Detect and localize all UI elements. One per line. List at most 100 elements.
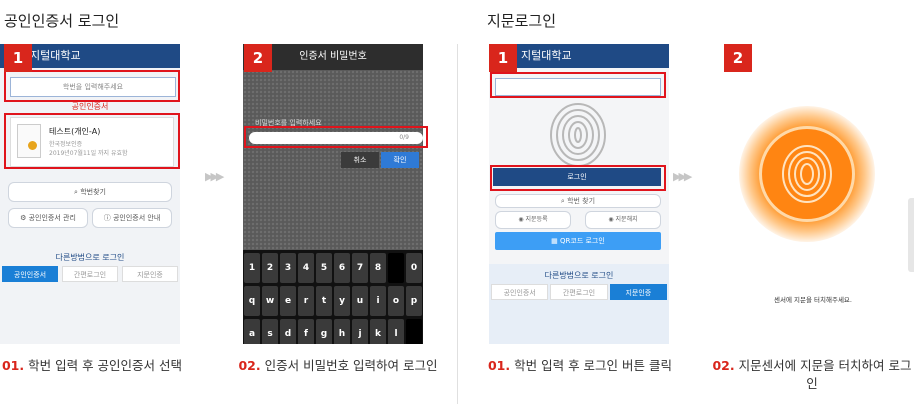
highlight-box xyxy=(490,72,666,98)
key[interactable]: a xyxy=(244,319,260,344)
highlight-box xyxy=(490,165,666,191)
cert-password-screen: 인증서 비밀번호 비밀번호를 입력하세요 0/9 취소 확인 123456780… xyxy=(243,44,423,344)
key[interactable]: 2 xyxy=(262,253,278,283)
caption-number: 01. xyxy=(487,358,511,373)
confirm-button[interactable]: 확인 xyxy=(381,152,419,168)
key[interactable]: 4 xyxy=(298,253,314,283)
delete-fp-label: 지문해지 xyxy=(615,216,638,223)
step-badge: 1 xyxy=(4,44,32,72)
caption-number: 02. xyxy=(238,358,261,373)
key[interactable]: q xyxy=(244,286,260,316)
fingerprint-icon xyxy=(782,145,832,203)
key[interactable]: j xyxy=(352,319,368,344)
key[interactable]: 0 xyxy=(406,253,422,283)
next-arrow-icon: ▶▶▶ xyxy=(205,170,224,183)
cert-guide-label: 공인인증서 안내 xyxy=(112,214,161,222)
key[interactable]: r xyxy=(298,286,314,316)
caption-text: 지문센서에 지문을 터치하여 로그인 xyxy=(738,358,912,391)
step-badge: 2 xyxy=(244,44,272,72)
caption-text: 학번 입력 후 로그인 버튼 클릭 xyxy=(514,358,673,373)
tab-simple[interactable]: 간편로그인 xyxy=(62,266,118,282)
manage-cert-button[interactable]: ⚙ 공인인증서 관리 xyxy=(8,208,88,228)
key[interactable]: 5 xyxy=(316,253,332,283)
find-id-button[interactable]: ⌕ 학번 찾기 xyxy=(495,194,661,208)
other-methods-label: 다른방법으로 로그인 xyxy=(544,271,614,280)
fingerprint-login-title: 지문로그인 xyxy=(487,12,557,30)
register-fingerprint-button[interactable]: ◉ 지문등록 xyxy=(495,211,571,229)
tab-fingerprint[interactable]: 지문인증 xyxy=(609,284,667,300)
key[interactable]: g xyxy=(316,319,332,344)
key[interactable]: 3 xyxy=(280,253,296,283)
caption: 02. 인증서 비밀번호 입력하여 로그인 xyxy=(238,357,438,375)
fingerprint-small-icon: ◉ xyxy=(608,216,614,223)
qr-login-button[interactable]: ▦ QR코드 로그인 xyxy=(495,232,661,250)
key[interactable]: 7 xyxy=(352,253,368,283)
edge-fragment xyxy=(908,198,914,272)
tab-simple[interactable]: 간편로그인 xyxy=(550,284,608,300)
key[interactable]: u xyxy=(352,286,368,316)
caption-number: 01. xyxy=(1,358,25,373)
key[interactable]: l xyxy=(388,319,404,344)
touch-prompt: 센서에 지문을 터치해주세요. xyxy=(774,296,852,304)
next-arrow-icon: ▶▶▶ xyxy=(673,170,692,183)
key[interactable]: s xyxy=(262,319,278,344)
caption: 01. 학번 입력 후 로그인 버튼 클릭 xyxy=(480,357,680,375)
keypad-row: 123456780 xyxy=(244,253,422,283)
key[interactable]: 8 xyxy=(370,253,386,283)
key[interactable]: y xyxy=(334,286,350,316)
login-method-tabs: 공인인증서 간편로그인 지문인증 xyxy=(0,266,180,282)
caption: 01. 학번 입력 후 공인인증서 선택 xyxy=(0,357,192,375)
keypad-row: asdfghjkl xyxy=(244,319,422,344)
tab-cert[interactable]: 공인인증서 xyxy=(2,266,58,282)
step-badge: 1 xyxy=(489,44,517,72)
key[interactable]: h xyxy=(334,319,350,344)
key[interactable]: e xyxy=(280,286,296,316)
section-divider xyxy=(457,44,458,404)
key[interactable]: 1 xyxy=(244,253,260,283)
key[interactable]: w xyxy=(262,286,278,316)
find-id-label: 학번 찾기 xyxy=(567,197,596,205)
tab-cert[interactable]: 공인인증서 xyxy=(491,284,549,300)
highlight-box xyxy=(4,113,180,169)
key[interactable]: i xyxy=(370,286,386,316)
key[interactable]: p xyxy=(406,286,422,316)
highlight-box xyxy=(4,70,180,102)
qr-login-label: QR코드 로그인 xyxy=(560,237,605,245)
delete-fingerprint-button[interactable]: ◉ 지문해지 xyxy=(585,211,661,229)
caption: 02. 지문센서에 지문을 터치하여 로그인 xyxy=(712,357,912,393)
caption-text: 학번 입력 후 공인인증서 선택 xyxy=(28,358,183,373)
key[interactable]: d xyxy=(280,319,296,344)
key[interactable]: k xyxy=(370,319,386,344)
caption-number: 02. xyxy=(712,358,735,373)
search-icon: ⌕ xyxy=(560,197,565,205)
key[interactable] xyxy=(388,253,404,283)
cancel-button[interactable]: 취소 xyxy=(341,152,379,168)
key[interactable]: o xyxy=(388,286,404,316)
key[interactable] xyxy=(406,319,422,344)
highlight-box xyxy=(244,126,428,148)
tab-fingerprint[interactable]: 지문인증 xyxy=(122,266,178,282)
cert-login-title: 공인인증서 로그인 xyxy=(4,12,120,30)
keypad-row: qwertyuiop xyxy=(244,286,422,316)
step-badge: 2 xyxy=(724,44,752,72)
manage-cert-label: 공인인증서 관리 xyxy=(28,214,76,222)
cert-guide-button[interactable]: ⓘ 공인인증서 안내 xyxy=(92,208,172,228)
login-method-tabs: 공인인증서 간편로그인 지문인증 xyxy=(489,284,669,300)
find-id-button[interactable]: ⌕ 학번찾기 xyxy=(8,182,172,202)
search-icon: ⌕ xyxy=(74,188,78,196)
cert-section-label: 공인인증서 xyxy=(71,102,109,111)
fingerprint-sensor-screen: 센서에 지문을 터치해주세요. xyxy=(723,44,903,344)
info-icon: ⓘ xyxy=(103,214,111,222)
key[interactable]: 6 xyxy=(334,253,350,283)
other-methods-label: 다른방법으로 로그인 xyxy=(55,253,125,262)
keypad: 123456780qwertyuiopasdfghjkl xyxy=(243,250,423,344)
qr-icon: ▦ xyxy=(551,237,558,245)
register-fp-label: 지문등록 xyxy=(525,216,548,223)
fingerprint-icon xyxy=(550,103,606,167)
find-id-label: 학번찾기 xyxy=(80,188,106,196)
caption-text: 인증서 비밀번호 입력하여 로그인 xyxy=(264,358,438,373)
key[interactable]: f xyxy=(298,319,314,344)
fingerprint-small-icon: ◉ xyxy=(518,216,524,223)
gear-icon: ⚙ xyxy=(20,214,27,222)
key[interactable]: t xyxy=(316,286,332,316)
